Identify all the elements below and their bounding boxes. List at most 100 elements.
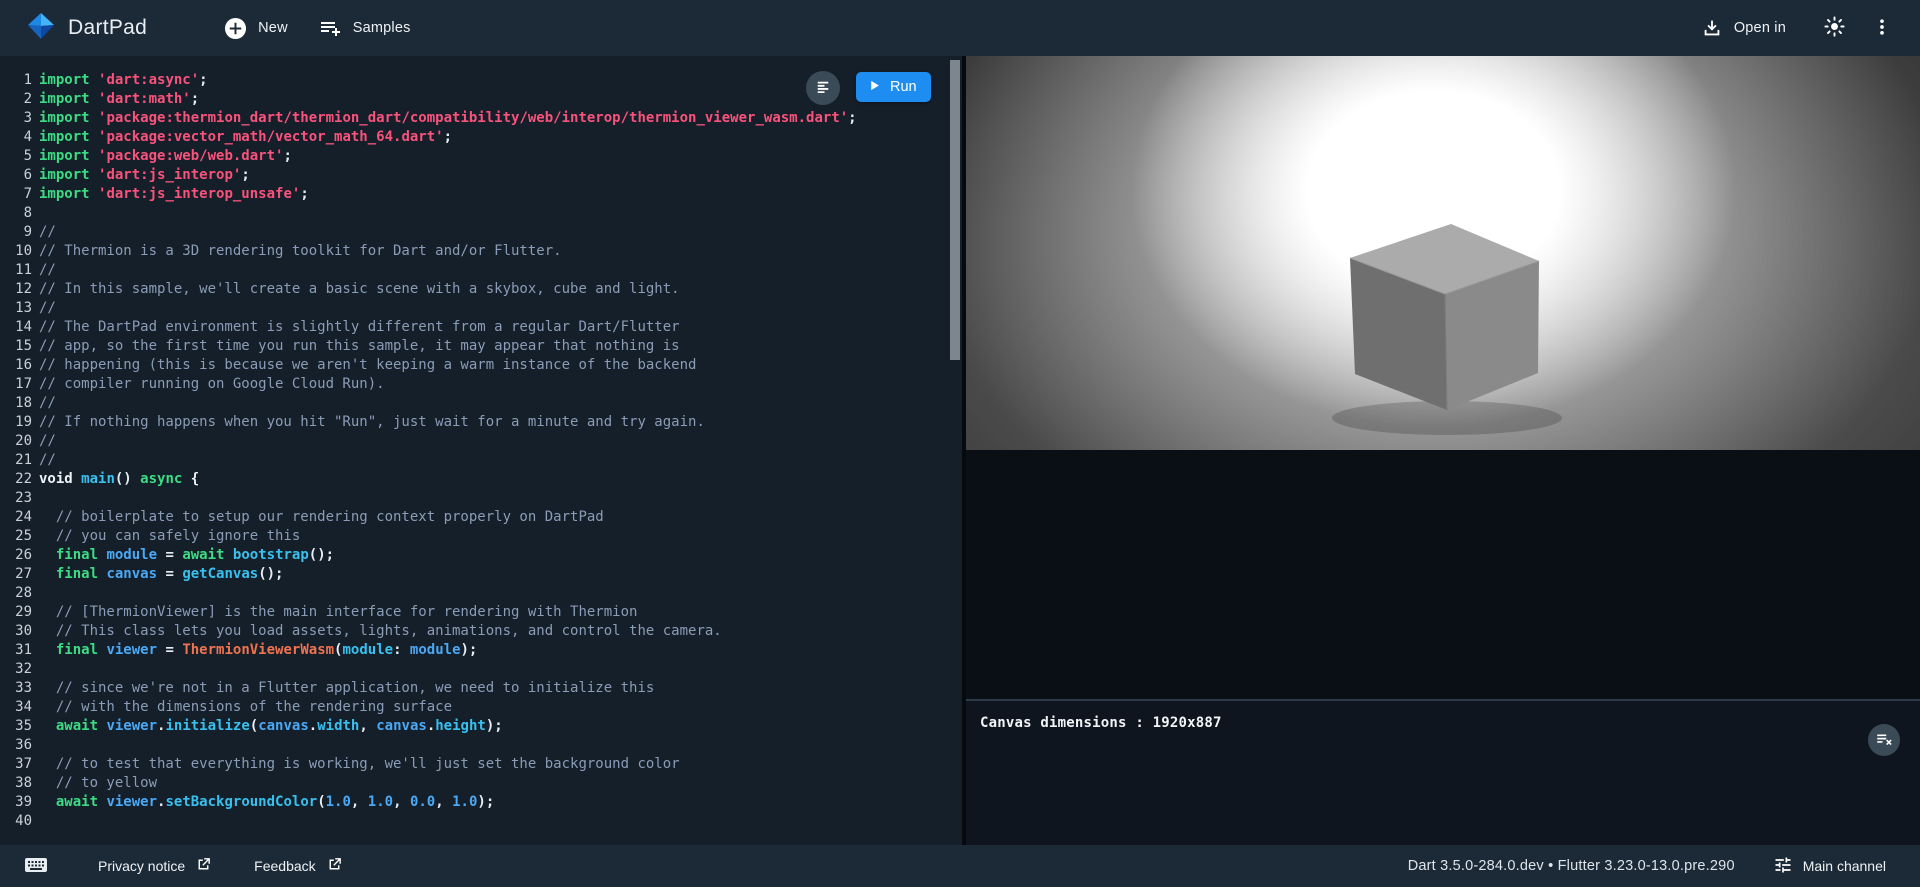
- keyboard-shortcuts-button[interactable]: [16, 847, 56, 886]
- code-line[interactable]: 33 // since we're not in a Flutter appli…: [0, 679, 962, 698]
- code-line[interactable]: 34 // with the dimensions of the renderi…: [0, 698, 962, 717]
- brightness-icon: [1823, 15, 1846, 41]
- clear-console-button[interactable]: [1868, 724, 1900, 756]
- code-token: import: [39, 148, 90, 164]
- line-number: 29: [6, 603, 32, 622]
- code-token: import: [39, 167, 90, 183]
- code-line[interactable]: 31 final viewer = ThermionViewerWasm(mod…: [0, 641, 962, 660]
- tune-icon: [1773, 855, 1793, 878]
- code-line[interactable]: 20//: [0, 432, 962, 451]
- console-output-line: Canvas dimensions : 1920x887: [966, 701, 1920, 731]
- line-number: 15: [6, 337, 32, 356]
- code-token: =: [157, 642, 182, 658]
- code-line[interactable]: 19// If nothing happens when you hit "Ru…: [0, 413, 962, 432]
- theme-toggle-button[interactable]: [1815, 7, 1854, 49]
- code-line[interactable]: 24 // boilerplate to setup our rendering…: [0, 508, 962, 527]
- code-token: module: [106, 547, 157, 563]
- code-token: module: [410, 642, 461, 658]
- code-token: ,: [435, 794, 452, 810]
- code-line[interactable]: 25 // you can safely ignore this: [0, 527, 962, 546]
- code-token: 'package:web/web.dart': [98, 148, 283, 164]
- code-line[interactable]: 26 final module = await bootstrap();: [0, 546, 962, 565]
- dartpad-app: DartPad New Samples: [0, 0, 1920, 887]
- format-button[interactable]: [806, 71, 840, 105]
- code-editor-panel[interactable]: 1import 'dart:async';2import 'dart:math'…: [0, 56, 962, 845]
- clear-console-icon: [1875, 730, 1893, 751]
- code-token: [90, 167, 98, 183]
- code-line[interactable]: 12// In this sample, we'll create a basi…: [0, 280, 962, 299]
- render-canvas[interactable]: [966, 56, 1920, 450]
- code-token: ;: [444, 129, 452, 145]
- code-token: [90, 91, 98, 107]
- code-line[interactable]: 22void main() async {: [0, 470, 962, 489]
- run-button[interactable]: Run: [856, 72, 931, 102]
- feedback-link[interactable]: Feedback: [242, 850, 354, 882]
- code-line[interactable]: 15// app, so the first time you run this…: [0, 337, 962, 356]
- code-line[interactable]: 30 // This class lets you load assets, l…: [0, 622, 962, 641]
- kebab-menu-icon: [1872, 16, 1892, 41]
- code-token: height: [435, 718, 486, 734]
- output-frame-background: [966, 450, 1920, 699]
- code-token: canvas: [106, 566, 157, 582]
- code-line[interactable]: 18//: [0, 394, 962, 413]
- code-token: viewer: [106, 718, 157, 734]
- code-line[interactable]: 11//: [0, 261, 962, 280]
- code-line[interactable]: 5import 'package:web/web.dart';: [0, 147, 962, 166]
- code-token: async: [140, 471, 182, 487]
- code-line[interactable]: 37 // to test that everything is working…: [0, 755, 962, 774]
- code-line[interactable]: 27 final canvas = getCanvas();: [0, 565, 962, 584]
- code-line[interactable]: 7import 'dart:js_interop_unsafe';: [0, 185, 962, 204]
- open-in-button[interactable]: Open in: [1686, 9, 1801, 47]
- code-line[interactable]: 35 await viewer.initialize(canvas.width,…: [0, 717, 962, 736]
- code-token: width: [317, 718, 359, 734]
- samples-button[interactable]: Samples: [303, 8, 426, 48]
- code-line[interactable]: 8: [0, 204, 962, 223]
- console-panel: Canvas dimensions : 1920x887: [966, 699, 1920, 845]
- code-line[interactable]: 10// Thermion is a 3D rendering toolkit …: [0, 242, 962, 261]
- code-line[interactable]: 6import 'dart:js_interop';: [0, 166, 962, 185]
- code-line[interactable]: 13//: [0, 299, 962, 318]
- line-number: 6: [6, 166, 32, 185]
- code-token: //: [39, 300, 56, 316]
- code-line[interactable]: 4import 'package:vector_math/vector_math…: [0, 128, 962, 147]
- code-line[interactable]: 3import 'package:thermion_dart/thermion_…: [0, 109, 962, 128]
- code-token: [39, 547, 56, 563]
- code-editor[interactable]: 1import 'dart:async';2import 'dart:math'…: [0, 71, 962, 831]
- header: DartPad New Samples: [0, 0, 1920, 56]
- overflow-menu-button[interactable]: [1864, 8, 1900, 49]
- code-token: final: [56, 547, 98, 563]
- code-token: [224, 547, 232, 563]
- line-number: 20: [6, 432, 32, 451]
- code-line[interactable]: 16// happening (this is because we aren'…: [0, 356, 962, 375]
- code-token: module: [342, 642, 393, 658]
- samples-button-label: Samples: [353, 20, 411, 36]
- code-line[interactable]: 9//: [0, 223, 962, 242]
- code-line[interactable]: 36: [0, 736, 962, 755]
- code-token: //: [39, 395, 56, 411]
- code-line[interactable]: 40: [0, 812, 962, 831]
- app-title: DartPad: [68, 16, 147, 40]
- new-button[interactable]: New: [209, 9, 303, 48]
- code-token: =: [157, 547, 182, 563]
- code-token: 'dart:js_interop_unsafe': [98, 186, 300, 202]
- privacy-notice-link[interactable]: Privacy notice: [86, 850, 224, 882]
- code-token: [90, 129, 98, 145]
- code-token: // since we're not in a Flutter applicat…: [39, 680, 654, 696]
- feedback-label: Feedback: [254, 858, 315, 874]
- editor-scrollbar-thumb[interactable]: [950, 60, 960, 360]
- code-line[interactable]: 28: [0, 584, 962, 603]
- code-line[interactable]: 38 // to yellow: [0, 774, 962, 793]
- code-token: viewer: [106, 642, 157, 658]
- code-line[interactable]: 14// The DartPad environment is slightly…: [0, 318, 962, 337]
- code-line[interactable]: 21//: [0, 451, 962, 470]
- line-number: 30: [6, 622, 32, 641]
- code-token: 'package:thermion_dart/thermion_dart/com…: [98, 110, 848, 126]
- code-line[interactable]: 23: [0, 489, 962, 508]
- code-line[interactable]: 32: [0, 660, 962, 679]
- code-token: await: [56, 794, 98, 810]
- code-line[interactable]: 29 // [ThermionViewer] is the main inter…: [0, 603, 962, 622]
- code-token: 'dart:async': [98, 72, 199, 88]
- code-line[interactable]: 17// compiler running on Google Cloud Ru…: [0, 375, 962, 394]
- channel-selector-button[interactable]: Main channel: [1761, 849, 1898, 884]
- code-line[interactable]: 39 await viewer.setBackgroundColor(1.0, …: [0, 793, 962, 812]
